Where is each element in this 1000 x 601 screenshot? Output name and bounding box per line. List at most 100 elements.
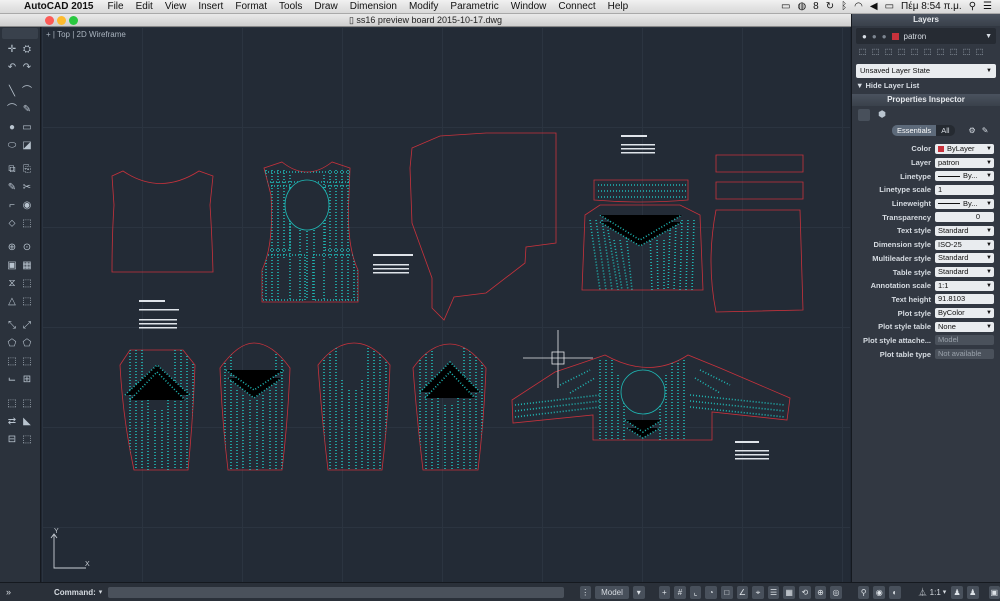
pattern-pieces-right[interactable] [710, 154, 804, 313]
bluetooth-icon[interactable]: ᛒ [841, 1, 847, 12]
property-value[interactable]: ByColor ▼ [935, 308, 994, 319]
boundary-tool-1-icon[interactable]: ⬚ [6, 356, 18, 367]
menu-window[interactable]: Window [511, 1, 547, 12]
visual-style-menu[interactable]: 2D Wireframe [77, 30, 126, 39]
stretch-tool-1-icon[interactable]: ⤡ [6, 320, 18, 331]
property-value[interactable]: Standard ▼ [935, 253, 994, 264]
menu-connect[interactable]: Connect [558, 1, 595, 12]
close-window-button[interactable] [45, 16, 54, 25]
region-tool-1-icon[interactable]: ⬠ [6, 338, 18, 349]
property-value[interactable]: 1 [935, 184, 994, 195]
grid-icon[interactable]: ⋮ [579, 585, 592, 599]
menu-help[interactable]: Help [608, 1, 629, 12]
boundary-tool-2-icon[interactable]: ⬚ [21, 356, 33, 367]
zoom-window-button[interactable] [69, 16, 78, 25]
menu-insert[interactable]: Insert [198, 1, 223, 12]
command-input[interactable] [108, 586, 564, 598]
grid-display-icon[interactable]: # [674, 585, 686, 599]
menu-view[interactable]: View [165, 1, 187, 12]
property-value[interactable]: Standard ▼ [935, 267, 994, 278]
notification-badge[interactable]: 8 [813, 1, 819, 12]
tab-all[interactable]: All [936, 125, 955, 136]
antivirus-icon[interactable]: ◍ [797, 1, 806, 12]
layer-tool-5-icon[interactable]: ⬚ [910, 47, 919, 56]
polyline-tool-1-icon[interactable]: ╲ [6, 86, 18, 97]
offset-tool-2-icon[interactable]: ⬚ [21, 218, 33, 229]
rotate-tool-1-icon[interactable]: ⊕ [6, 242, 18, 253]
scale-tool-1-icon[interactable]: ⧖ [6, 278, 18, 289]
trim-tool-2-icon[interactable]: ✂ [21, 182, 33, 193]
stretch-tool-2-icon[interactable]: ⤢ [21, 320, 33, 331]
layer-tool-6-icon[interactable]: ⬚ [923, 47, 932, 56]
region-tool-2-icon[interactable]: ⬠ [21, 338, 33, 349]
scale-tool-2-icon[interactable]: ⬚ [21, 278, 33, 289]
menu-edit[interactable]: Edit [136, 1, 153, 12]
property-value[interactable]: 1:1 ▼ [935, 280, 994, 291]
menu-tools[interactable]: Tools [279, 1, 302, 12]
line-tool-1-icon[interactable]: ↶ [6, 62, 18, 73]
property-value[interactable]: ISO-25 ▼ [935, 239, 994, 250]
dimension-tool-1-icon[interactable]: ⌙ [6, 374, 18, 385]
property-value[interactable]: ByLayer ▼ [935, 143, 994, 154]
mirror-tool-2-icon[interactable]: ⬚ [21, 296, 33, 307]
menu-format[interactable]: Format [235, 1, 267, 12]
transparency-icon[interactable]: ▦ [783, 585, 795, 599]
hatch-tool-2-icon[interactable]: ▦ [21, 260, 33, 271]
osnap-icon[interactable]: □ [720, 585, 733, 599]
rotate-tool-2-icon[interactable]: ⊙ [21, 242, 33, 253]
model-menu-icon[interactable]: ▾ [632, 585, 645, 599]
menu-draw[interactable]: Draw [314, 1, 337, 12]
ellipse-tool-2-icon[interactable]: ◪ [21, 140, 33, 151]
mirror-tool-1-icon[interactable]: △ [6, 296, 18, 307]
command-history-icon[interactable]: ▾ [99, 588, 103, 596]
copy-tool-1-icon[interactable]: ⧉ [6, 164, 18, 175]
block-tool-2-icon[interactable]: ⬚ [21, 398, 33, 409]
isolate-icon[interactable]: ⚲ [857, 585, 870, 599]
line-tool-2-icon[interactable]: ↷ [21, 62, 33, 73]
menu-file[interactable]: File [107, 1, 123, 12]
sync-icon[interactable]: ↻ [826, 1, 834, 12]
hardware-accel-icon[interactable]: ◉ [873, 585, 886, 599]
point-tool-2-icon[interactable]: ⛭ [21, 44, 33, 55]
ortho-icon[interactable]: ⌞ [689, 585, 702, 599]
offset-tool-1-icon[interactable]: ⬦ [6, 218, 18, 229]
wifi-icon[interactable]: ◠ [854, 1, 863, 12]
menu-parametric[interactable]: Parametric [450, 1, 498, 12]
property-value[interactable]: 91.8103 [935, 294, 994, 305]
eyedropper-icon[interactable]: ✎ [982, 126, 989, 135]
hide-layer-list-toggle[interactable]: ▼ Hide Layer List [856, 79, 996, 93]
search-icon[interactable]: ⚲ [969, 1, 976, 12]
clock[interactable]: Πέμ 8:54 π.μ. [901, 1, 962, 12]
auto-scale-icon[interactable]: ♟ [966, 585, 979, 599]
minimize-window-button[interactable] [57, 16, 66, 25]
lineweight-icon[interactable]: ☰ [767, 585, 780, 599]
dimension-tool-2-icon[interactable]: ⊞ [21, 374, 33, 385]
viewport-menu-button[interactable]: + [46, 30, 51, 39]
block-tool-1-icon[interactable]: ⬚ [6, 398, 18, 409]
table-tool-1-icon[interactable]: ⊟ [6, 434, 18, 445]
pattern-piece-plain-front[interactable] [111, 170, 214, 273]
annotation-scale-value[interactable]: 1:1 [930, 588, 941, 597]
layer-tool-7-icon[interactable]: ⬚ [936, 47, 945, 56]
polar-icon[interactable]: ◔ [705, 585, 717, 599]
annotation-monitor-icon[interactable]: ◎ [830, 585, 842, 599]
hatch-tool-1-icon[interactable]: ▣ [6, 260, 18, 271]
circle-tool-2-icon[interactable]: ▭ [21, 122, 33, 133]
arc-tool-2-icon[interactable]: ✎ [21, 104, 33, 115]
arc-tool-1-icon[interactable]: ⌒ [6, 104, 18, 115]
copy-tool-2-icon[interactable]: ⎘ [21, 164, 33, 175]
drawing-area[interactable]: Y X [42, 27, 850, 582]
annotation-visibility-icon[interactable]: ♟ [951, 585, 963, 599]
layer-tool-9-icon[interactable]: ⬚ [962, 47, 971, 56]
point-tool-1-icon[interactable]: ✛ [6, 44, 18, 55]
list-icon[interactable]: ☰ [983, 1, 992, 12]
chevron-right-icon[interactable]: » [6, 587, 11, 597]
select-objects-icon[interactable]: ⬢ [876, 109, 888, 121]
move-tool-1-icon[interactable]: ⇄ [6, 416, 18, 427]
trim-tool-1-icon[interactable]: ✎ [6, 182, 18, 193]
selection-cycling-icon[interactable]: ⟲ [799, 585, 811, 599]
model-tab[interactable]: Model [595, 585, 629, 599]
dynamic-input-icon[interactable]: ⌖ [752, 585, 764, 599]
clean-screen-icon[interactable]: ◐ [889, 585, 901, 599]
drawing-canvas[interactable]: Y X + | Top | 2D Wireframe [42, 27, 850, 582]
